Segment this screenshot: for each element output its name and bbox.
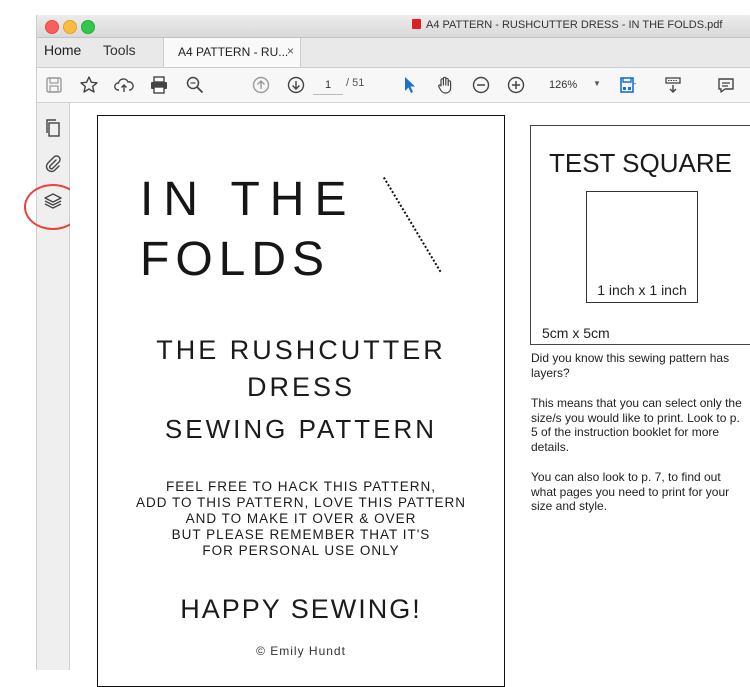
select-arrow-icon[interactable]	[399, 74, 421, 96]
upload-cloud-icon[interactable]	[113, 74, 135, 96]
layers-note-2: This means that you can select only the …	[531, 396, 742, 454]
bookmark-star-icon[interactable]	[78, 74, 100, 96]
happy-sewing-text: HAPPY SEWING!	[180, 594, 422, 624]
hand-icon[interactable]	[434, 74, 456, 96]
minimize-window-button[interactable]	[63, 20, 77, 34]
title-line-3: SEWING PATTERN	[164, 414, 438, 444]
title-line-2: DRESS	[246, 372, 356, 402]
usage-line: FEEL FREE TO HACK THIS PATTERN,	[165, 479, 437, 494]
usage-line: FOR PERSONAL USE ONLY	[202, 543, 400, 558]
page-total: / 51	[346, 77, 365, 89]
logo-dotted-slash	[383, 175, 444, 273]
zoom-window-button[interactable]	[81, 20, 95, 34]
zoom-level-select[interactable]: 126% ▼	[537, 77, 603, 95]
layers-note-3: You can also look to p. 7, to find out w…	[531, 470, 730, 513]
zoom-search-icon[interactable]	[184, 74, 206, 96]
test-square-title: TEST SQUARE	[548, 148, 732, 178]
save-icon[interactable]	[43, 74, 65, 96]
layers-note-1: Did you know this sewing pattern has lay…	[531, 351, 730, 380]
fit-page-icon[interactable]	[617, 74, 639, 96]
pattern-cover-page: IN THE FOLDS THE RUSHCUTTER DRESS SEWING…	[97, 115, 505, 687]
comment-icon[interactable]	[715, 74, 737, 96]
print-icon[interactable]	[148, 74, 170, 96]
usage-line: ADD TO THIS PATTERN, LOVE THIS PATTERN	[135, 495, 467, 510]
toolbar: 1 / 51 126% ▼	[37, 68, 750, 103]
inch-square-label: 1 inch x 1 inch	[597, 282, 687, 298]
usage-line: BUT PLEASE REMEMBER THAT IT'S	[171, 527, 431, 542]
close-tab-icon[interactable]: ×	[287, 44, 294, 58]
credit-text: © Emily Hundt	[256, 644, 346, 658]
zoom-level-value: 126%	[549, 79, 578, 91]
title-line-1: THE RUSHCUTTER	[156, 335, 446, 365]
home-tab[interactable]: Home	[44, 42, 81, 58]
pages-icon[interactable]	[42, 117, 64, 139]
inch-square: 1 inch x 1 inch	[586, 191, 698, 303]
chevron-down-icon: ▼	[593, 79, 601, 88]
tab-bar: Home Tools A4 PATTERN - RU... ×	[37, 38, 750, 68]
close-window-button[interactable]	[45, 20, 59, 34]
page-number-input[interactable]: 1	[313, 76, 343, 95]
zoom-out-icon[interactable]	[470, 74, 492, 96]
page-up-icon[interactable]	[250, 74, 272, 96]
attachment-icon[interactable]	[42, 153, 64, 175]
cm-square-label: 5cm x 5cm	[542, 325, 610, 341]
page-down-icon[interactable]	[285, 74, 307, 96]
scroll-mode-icon[interactable]	[662, 74, 684, 96]
window-title-text: A4 PATTERN - RUSHCUTTER DRESS - IN THE F…	[426, 19, 723, 31]
test-square-box: TEST SQUARE 1 inch x 1 inch 5cm x 5cm	[530, 125, 750, 345]
usage-line: AND TO MAKE IT OVER & OVER	[185, 511, 417, 526]
logo-line-2: FOLDS	[140, 233, 331, 286]
document-tab-label: A4 PATTERN - RU...	[178, 45, 289, 59]
usage-paragraph: FEEL FREE TO HACK THIS PATTERN, ADD TO T…	[98, 479, 504, 559]
pdf-file-icon	[412, 19, 421, 29]
document-tab[interactable]: A4 PATTERN - RU... ×	[163, 38, 301, 67]
tools-tab[interactable]: Tools	[103, 42, 136, 58]
title-bar: A4 PATTERN - RUSHCUTTER DRESS - IN THE F…	[37, 15, 750, 38]
logo-line-1: IN THE	[140, 173, 357, 226]
zoom-in-icon[interactable]	[505, 74, 527, 96]
window-title: A4 PATTERN - RUSHCUTTER DRESS - IN THE F…	[412, 19, 722, 31]
